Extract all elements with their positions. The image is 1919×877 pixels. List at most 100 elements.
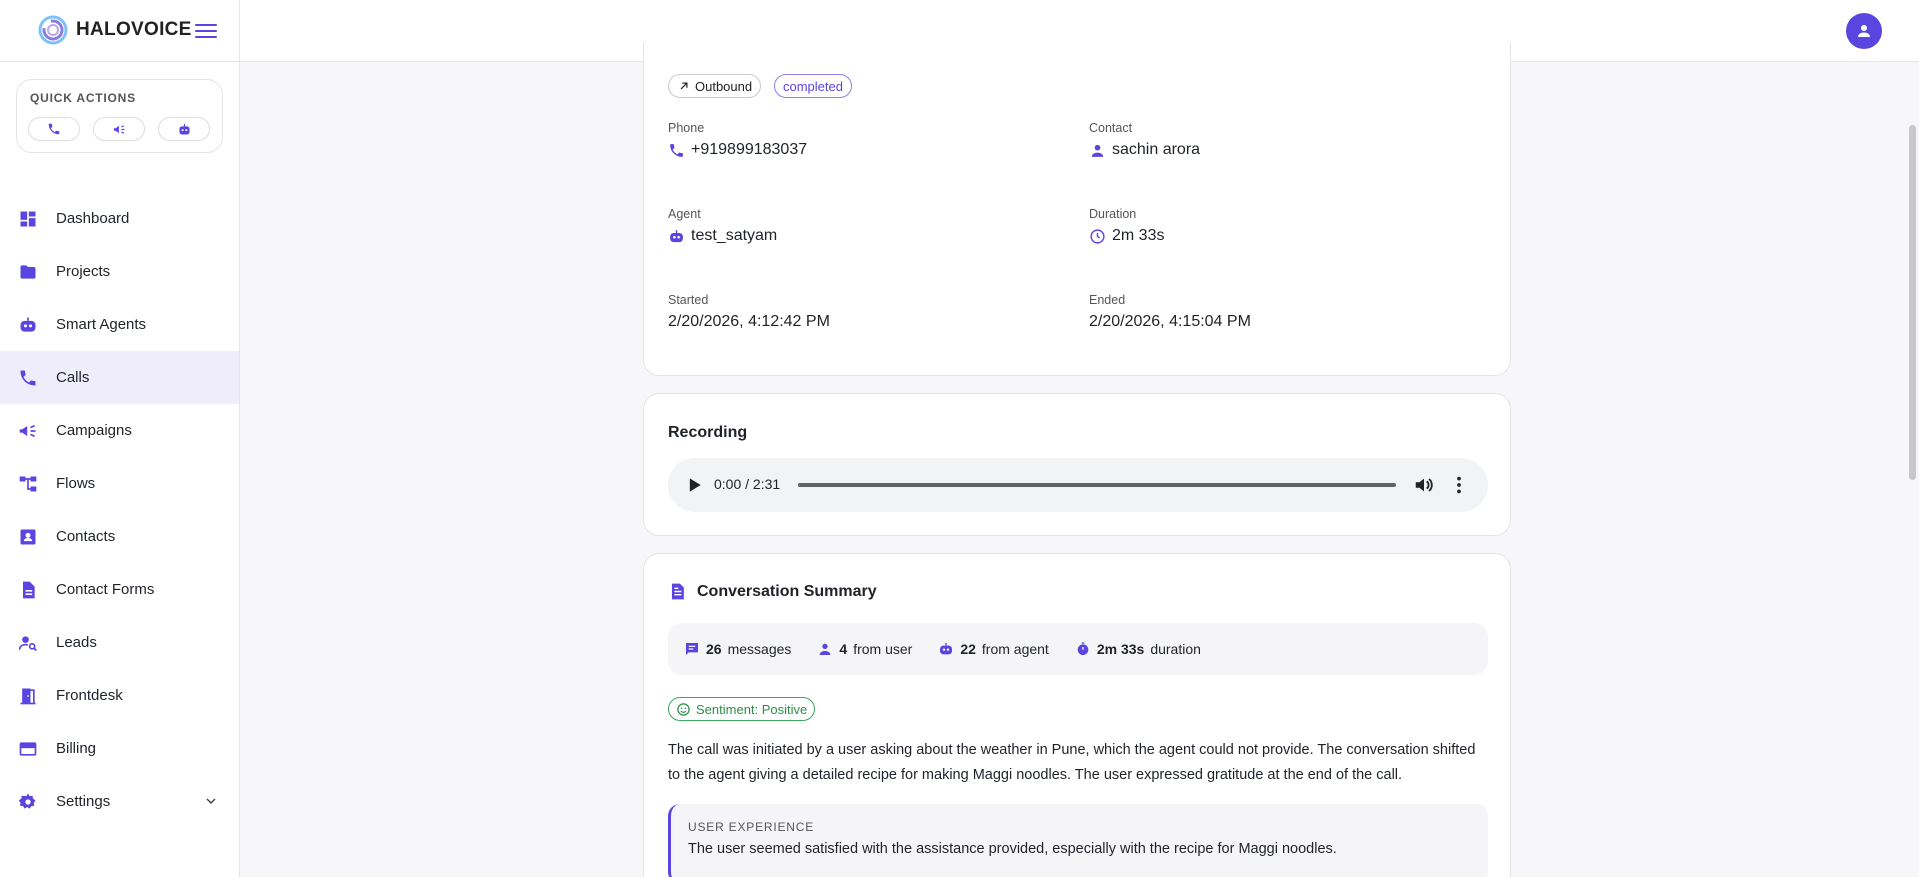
duration-label: Duration — [1089, 207, 1137, 221]
chat-icon — [686, 643, 698, 655]
ended-field: Ended 2/20/2026, 4:15:04 PM — [1089, 293, 1251, 331]
sidebar-item-label: Billing — [56, 740, 97, 757]
robot-icon — [179, 123, 189, 134]
quick-agent-button[interactable] — [158, 117, 210, 141]
phone-icon — [670, 143, 683, 157]
sidebar-item-dashboard[interactable]: Dashboard — [0, 192, 239, 245]
ended-label: Ended — [1089, 293, 1126, 307]
menu-toggle-button[interactable] — [195, 20, 217, 42]
person-icon — [1858, 25, 1870, 37]
duration-stat: 2m 33s duration — [1075, 641, 1201, 657]
sentiment-badge: Sentiment: Positive — [668, 697, 816, 721]
quick-call-button[interactable] — [28, 117, 80, 141]
direction-label: Outbound — [695, 78, 753, 94]
agent-label: Agent — [668, 207, 701, 221]
sidebar-item-label: Flows — [56, 475, 96, 492]
main-content: Outbound completed Phone +919899183037 C… — [240, 42, 1919, 877]
person-icon — [1091, 144, 1104, 157]
phone-field: Phone +919899183037 — [668, 121, 807, 159]
sidebar-item-calls[interactable]: Calls — [0, 351, 239, 404]
volume-button[interactable] — [1413, 474, 1435, 496]
sidebar: QUICK ACTIONS Dashboard Projects Smart A… — [0, 62, 240, 877]
sidebar-item-label: Settings — [56, 793, 111, 810]
megaphone-icon — [18, 421, 38, 441]
contact-value: sachin arora — [1112, 141, 1201, 158]
user-messages-count: 4 — [839, 641, 848, 657]
smile-icon — [677, 702, 690, 716]
phone-value: +919899183037 — [691, 141, 808, 158]
started-label: Started — [668, 293, 709, 307]
sidebar-item-label: Frontdesk — [56, 687, 123, 704]
phone-label: Phone — [668, 121, 705, 135]
more-options-button[interactable] — [1448, 474, 1470, 496]
messages-label: messages — [727, 641, 792, 657]
started-field: Started 2/20/2026, 4:12:42 PM — [668, 293, 830, 331]
sidebar-item-settings[interactable]: Settings — [0, 775, 239, 828]
duration-field: Duration 2m 33s — [1089, 207, 1164, 245]
credit-card-icon — [18, 739, 38, 759]
status-label: completed — [783, 78, 843, 94]
agent-messages-count: 22 — [960, 641, 976, 657]
quick-actions-panel: QUICK ACTIONS — [16, 79, 223, 153]
ended-value: 2/20/2026, 4:15:04 PM — [1089, 313, 1251, 330]
phone-icon — [18, 368, 38, 388]
sidebar-item-label: Contact Forms — [56, 581, 155, 598]
sidebar-item-smart-agents[interactable]: Smart Agents — [0, 298, 239, 351]
header-divider — [239, 0, 240, 62]
recording-card: Recording 0:00 / 2:31 — [643, 393, 1511, 536]
summary-text: The call was initiated by a user asking … — [668, 742, 1476, 783]
started-value: 2/20/2026, 4:12:42 PM — [668, 313, 830, 330]
robot-icon — [940, 643, 953, 655]
contacts-icon — [18, 527, 38, 547]
agent-messages-label: from agent — [981, 641, 1049, 657]
brand-logo[interactable]: HALOVOICE — [36, 13, 192, 47]
user-messages-stat: 4 from user — [817, 641, 912, 657]
summary-stats: 26 messages 4 from user 22 from agent 2m… — [668, 623, 1488, 675]
direction-badge: Outbound — [668, 74, 762, 98]
summary-document-icon — [671, 583, 684, 600]
menu-icon-line — [195, 30, 217, 32]
user-experience-box: USER EXPERIENCE The user seemed satisfie… — [668, 804, 1488, 877]
seek-slider[interactable] — [798, 483, 1396, 487]
sidebar-item-projects[interactable]: Projects — [0, 245, 239, 298]
quick-campaign-button[interactable] — [93, 117, 145, 141]
door-icon — [18, 686, 38, 706]
agent-field: Agent test_satyam — [668, 207, 777, 245]
sidebar-item-label: Calls — [56, 369, 90, 386]
call-details-card: Outbound completed Phone +919899183037 C… — [643, 42, 1511, 376]
user-messages-label: from user — [853, 641, 913, 657]
clock-icon — [1090, 228, 1105, 244]
menu-icon-line — [195, 36, 217, 38]
phone-icon — [48, 123, 60, 135]
sidebar-item-label: Contacts — [56, 528, 116, 545]
timer-icon — [1077, 642, 1089, 655]
agent-value: test_satyam — [691, 227, 778, 244]
play-button[interactable] — [684, 475, 704, 495]
sidebar-item-frontdesk[interactable]: Frontdesk — [0, 669, 239, 722]
quick-actions-title: QUICK ACTIONS — [30, 91, 136, 105]
status-badge: completed — [774, 74, 852, 98]
sidebar-item-billing[interactable]: Billing — [0, 722, 239, 775]
halovoice-logo-icon — [38, 15, 68, 45]
sidebar-item-contacts[interactable]: Contacts — [0, 510, 239, 563]
user-avatar-button[interactable] — [1846, 13, 1882, 49]
sidebar-item-label: Leads — [56, 634, 97, 651]
user-experience-text: The user seemed satisfied with the assis… — [688, 841, 1337, 857]
megaphone-icon — [113, 124, 124, 134]
sidebar-nav: Dashboard Projects Smart Agents Calls Ca… — [0, 192, 239, 828]
menu-icon — [195, 24, 217, 26]
user-experience-label: USER EXPERIENCE — [688, 820, 815, 834]
chevron-down-icon[interactable] — [203, 793, 219, 809]
sidebar-item-leads[interactable]: Leads — [0, 616, 239, 669]
playback-time: 0:00 / 2:31 — [714, 476, 781, 492]
sidebar-item-label: Smart Agents — [56, 316, 147, 333]
page-scrollbar[interactable] — [1909, 125, 1916, 480]
sidebar-item-flows[interactable]: Flows — [0, 457, 239, 510]
conversation-summary-card: Conversation Summary 26 messages 4 from … — [643, 553, 1511, 877]
duration-stat-label: duration — [1150, 641, 1201, 657]
sidebar-item-campaigns[interactable]: Campaigns — [0, 404, 239, 457]
sidebar-item-contact-forms[interactable]: Contact Forms — [0, 563, 239, 616]
recording-title: Recording — [668, 424, 748, 441]
sidebar-item-label: Dashboard — [56, 210, 130, 227]
robot-icon — [670, 229, 683, 242]
